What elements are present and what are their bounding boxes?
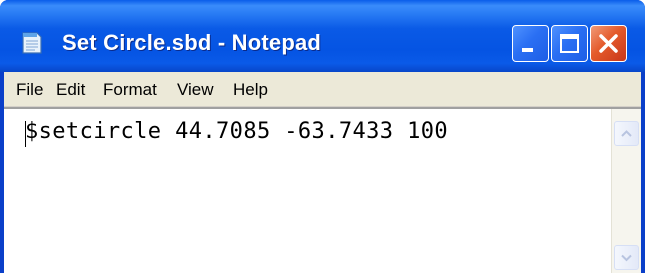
maximize-icon <box>560 34 579 53</box>
vertical-scrollbar[interactable] <box>611 109 641 273</box>
close-icon <box>599 34 618 53</box>
minimize-button[interactable] <box>512 25 549 62</box>
notepad-icon[interactable] <box>19 30 45 56</box>
notepad-window: Set Circle.sbd - Notepad File Edit Forma… <box>0 0 645 273</box>
menu-help[interactable]: Help <box>233 80 268 100</box>
close-button[interactable] <box>590 25 627 62</box>
document-text[interactable]: $setcircle 44.7085 -63.7433 100 <box>25 119 448 144</box>
menu-format[interactable]: Format <box>103 80 157 100</box>
window-title: Set Circle.sbd - Notepad <box>62 30 322 55</box>
maximize-button[interactable] <box>551 25 588 62</box>
text-caret <box>25 121 26 147</box>
menu-view[interactable]: View <box>177 80 214 100</box>
scroll-down-button[interactable] <box>614 245 639 270</box>
minimize-icon <box>522 48 533 52</box>
menu-file[interactable]: File <box>16 80 43 100</box>
title-bar[interactable]: Set Circle.sbd - Notepad <box>0 0 645 72</box>
scroll-down-arrow-icon <box>621 254 632 262</box>
menu-bar: File Edit Format View Help <box>4 72 641 107</box>
scroll-up-arrow-icon <box>621 130 632 137</box>
scroll-up-button[interactable] <box>614 121 639 146</box>
menu-edit[interactable]: Edit <box>56 80 85 100</box>
text-editor-area[interactable]: $setcircle 44.7085 -63.7433 100 <box>4 107 641 273</box>
